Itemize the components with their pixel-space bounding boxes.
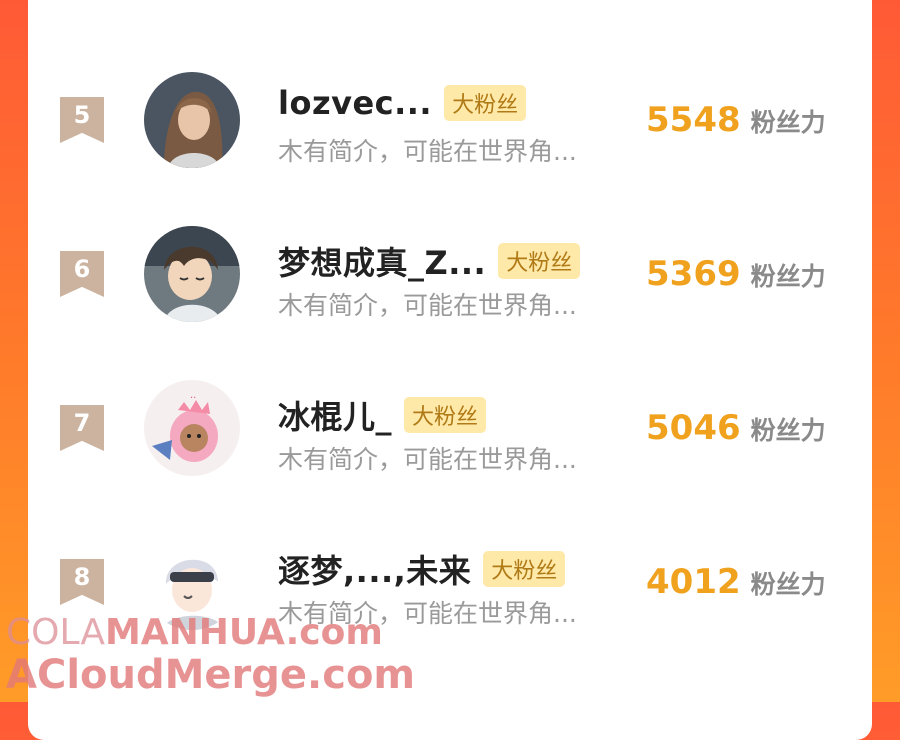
avatar[interactable]: .. xyxy=(144,380,240,476)
fan-power-value: 4012 xyxy=(646,562,741,602)
pink-dino-icon: .. xyxy=(144,380,240,476)
user-bio: 木有简介，可能在世界角... xyxy=(278,445,577,474)
fan-level-badge: 大粉丝 xyxy=(404,397,487,433)
fan-power-label: 粉丝力 xyxy=(750,570,826,599)
user-bio: 木有简介，可能在世界角... xyxy=(278,137,577,166)
list-item[interactable]: 5 lozvec... 大粉丝 木有简介，可能在世界角... 5548 粉丝力 xyxy=(28,70,872,190)
list-item[interactable]: 7 .. 冰棍儿_ 大粉丝 木有简介，可能在世界角... 5046 粉丝力 xyxy=(28,378,872,498)
fan-power-value: 5548 xyxy=(646,100,741,140)
avatar[interactable] xyxy=(144,226,240,322)
user-bio: 木有简介，可能在世界角... xyxy=(278,291,577,320)
fan-power-value: 5369 xyxy=(646,254,741,294)
rank-badge: 6 xyxy=(60,251,104,297)
rank-badge: 8 xyxy=(60,559,104,605)
user-name[interactable]: 逐梦,...,未来 xyxy=(278,546,471,592)
avatar[interactable] xyxy=(144,72,240,168)
fan-level-badge: 大粉丝 xyxy=(483,551,566,587)
fan-power-label: 粉丝力 xyxy=(750,416,826,445)
user-name[interactable]: 梦想成真_Z... xyxy=(278,238,486,284)
watermark-acloudmerge: ACloudMerge.com xyxy=(6,652,416,698)
rank-badge: 7 xyxy=(60,405,104,451)
portrait-woman-icon xyxy=(144,72,240,168)
anime-boy-icon xyxy=(144,226,240,322)
fan-level-badge: 大粉丝 xyxy=(444,85,527,121)
fan-power-label: 粉丝力 xyxy=(750,262,826,291)
fan-power-value: 5046 xyxy=(646,408,741,448)
fan-level-badge: 大粉丝 xyxy=(498,243,581,279)
watermark-colamanhua: COLAMANHUA.com xyxy=(6,612,383,653)
svg-text:..: .. xyxy=(190,390,196,401)
fan-power-label: 粉丝力 xyxy=(750,108,826,137)
list-item[interactable]: 6 梦想成真_Z... 大粉丝 木有简介，可能在世界角... 5369 粉丝力 xyxy=(28,224,872,344)
user-name[interactable]: 冰棍儿_ xyxy=(278,392,392,438)
user-name[interactable]: lozvec... xyxy=(278,84,432,122)
rank-badge: 5 xyxy=(60,97,104,143)
